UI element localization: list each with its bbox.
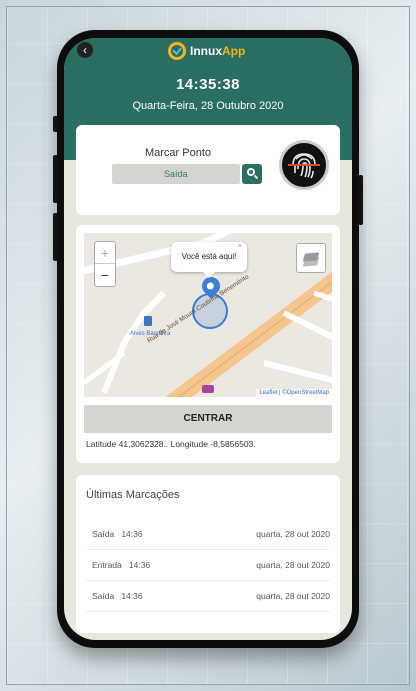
history-time: 14:36 [121,529,143,539]
zoom-out-button[interactable]: − [95,264,115,286]
zoom-in-button[interactable]: + [95,242,115,264]
layers-icon[interactable] [296,243,326,273]
phone-frame: ‹ InnuxApp 14:35:38 Quarta-Feira, 28 Out… [53,30,363,648]
history-row[interactable]: Entrada 14:36 quarta, 28 out 2020 [86,550,330,581]
phone-volume-up [53,155,58,203]
logo-clock-icon [168,42,186,60]
history-time: 14:36 [128,560,151,570]
logo-text-main: Innux [190,44,222,58]
zoom-control: + − [94,241,116,287]
current-time: 14:35:38 [175,76,241,93]
center-button[interactable]: CENTRAR [84,405,332,433]
punch-card: Marcar Ponto Saída [76,125,340,215]
app-logo: InnuxApp [168,41,245,61]
history-date: quarta, 28 out 2020 [256,591,330,601]
history-row[interactable]: Saída 14:36 quarta, 28 out 2020 [86,519,330,550]
logo-text-accent: App [222,44,246,58]
fuel-station-icon [144,316,152,326]
punch-title: Marcar Ponto [144,147,212,159]
popup-text: Você está aqui! [181,252,237,261]
history-date: quarta, 28 out 2020 [256,529,330,539]
history-title: Últimas Marcações [86,489,180,501]
fingerprint-icon[interactable] [279,140,329,190]
popup-close-button[interactable]: × [238,233,242,262]
search-icon[interactable] [242,164,262,184]
history-date: quarta, 28 out 2020 [256,560,330,570]
history-row[interactable]: Saída 14:36 quarta, 28 out 2020 [86,581,330,612]
app-screen: ‹ InnuxApp 14:35:38 Quarta-Feira, 28 Out… [64,38,352,640]
phone-side-button [53,116,58,132]
history-time: 14:36 [121,591,143,601]
coordinates-text: Latitude 41,3062328.. Longitude -8,58565… [86,439,256,449]
map-attribution[interactable]: Leaflet | ©OpenStreetMap [256,389,332,397]
history-card: Últimas Marcações Saída 14:36 quarta, 28… [76,475,340,633]
car-icon [202,385,214,393]
location-popup: Você está aqui! × [171,242,247,278]
history-type: Saída [92,529,115,539]
punch-type-select[interactable]: Saída [112,164,240,184]
map-card: + − Você está aqui! × Alves Bandeira Rua… [76,225,340,463]
history-type: Saída [92,591,115,601]
map-view[interactable]: + − Você está aqui! × Alves Bandeira Rua… [84,233,332,397]
phone-volume-down [53,213,58,261]
history-type: Entrada [92,560,122,570]
back-arrow-icon[interactable]: ‹ [77,42,93,58]
phone-power-button [358,175,363,225]
current-date: Quarta-Feira, 28 Outubro 2020 [132,100,284,112]
